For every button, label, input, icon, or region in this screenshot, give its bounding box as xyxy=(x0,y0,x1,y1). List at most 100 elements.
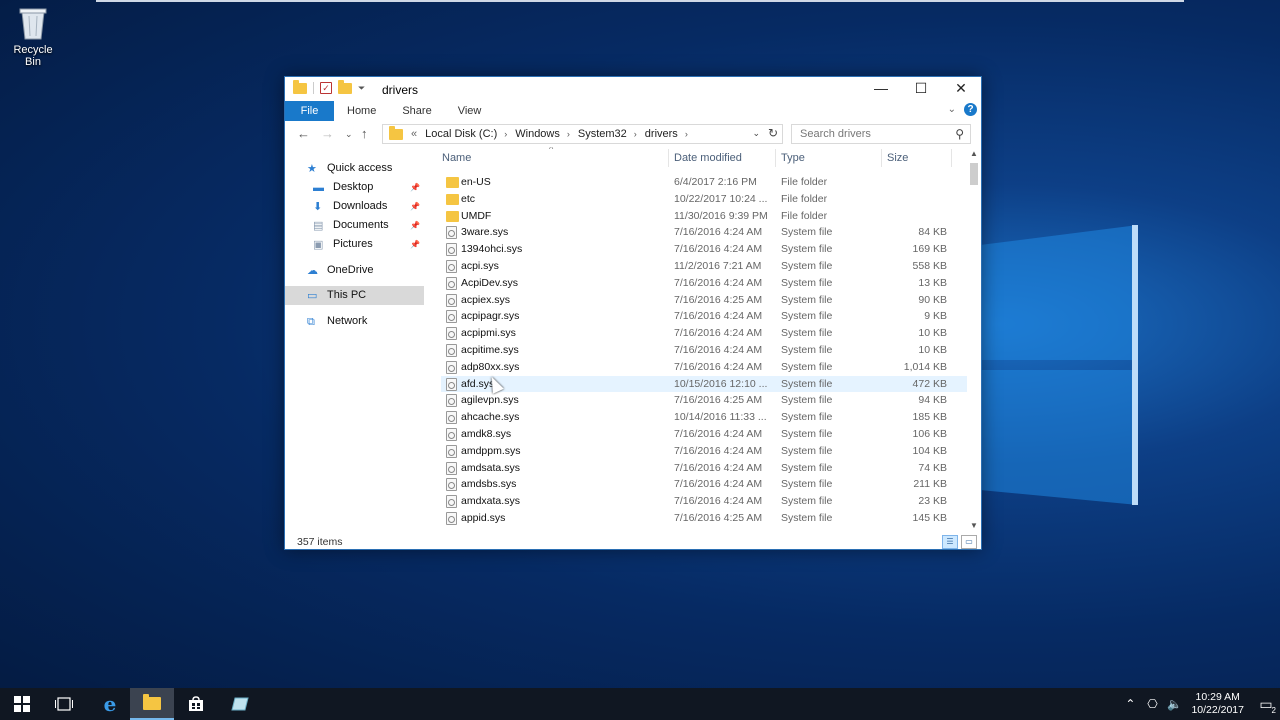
file-row[interactable]: amdppm.sys 7/16/2016 4:24 AM System file 10… xyxy=(441,443,967,460)
task-view-button[interactable] xyxy=(42,688,86,720)
expand-ribbon-icon[interactable]: ⌄ xyxy=(948,104,956,115)
file-row[interactable]: appid.sys 7/16/2016 4:25 AM System file 145… xyxy=(441,510,967,527)
column-header-size[interactable]: Size xyxy=(887,147,908,169)
file-row[interactable]: amdk8.sys 7/16/2016 4:24 AM System file 106… xyxy=(441,426,967,443)
file-row[interactable]: acpiex.sys 7/16/2016 4:25 AM System file 90… xyxy=(441,292,967,309)
file-row[interactable]: ahcache.sys 10/14/2016 11:33 ... System fi… xyxy=(441,409,967,426)
breadcrumb-separator-icon[interactable]: › xyxy=(685,129,688,139)
large-icons-view-icon[interactable]: ▭ xyxy=(961,535,977,549)
close-button[interactable]: ✕ xyxy=(941,77,981,101)
column-header-type[interactable]: Type xyxy=(781,147,805,169)
file-row[interactable]: en-US 6/4/2017 2:16 PM File folder xyxy=(441,174,967,191)
column-header-name[interactable]: Name xyxy=(442,147,471,169)
sidebar-item-desktop[interactable]: ▬ Desktop 📌 xyxy=(285,178,424,197)
recent-locations-icon[interactable]: ⌄ xyxy=(345,129,353,140)
file-row[interactable]: amdsata.sys 7/16/2016 4:24 AM System file 7… xyxy=(441,460,967,477)
file-type: System file xyxy=(781,444,833,457)
tab-view[interactable]: View xyxy=(445,101,495,121)
address-history-icon[interactable]: ⌄ xyxy=(752,128,760,139)
breadcrumb-separator-icon[interactable]: › xyxy=(504,129,507,139)
file-row[interactable]: UMDF 11/30/2016 9:39 PM File folder xyxy=(441,208,967,225)
tab-file[interactable]: File xyxy=(285,101,334,121)
scroll-thumb[interactable] xyxy=(970,163,978,185)
system-file-icon xyxy=(446,310,457,324)
recycle-bin[interactable]: Recycle Bin xyxy=(4,6,62,68)
breadcrumb-drivers[interactable]: drivers xyxy=(645,128,678,140)
maximize-button[interactable]: ☐ xyxy=(901,77,941,101)
edge-button[interactable]: e xyxy=(88,688,132,720)
file-row[interactable]: acpipagr.sys 7/16/2016 4:24 AM System file… xyxy=(441,308,967,325)
file-row[interactable]: 1394ohci.sys 7/16/2016 4:24 AM System file… xyxy=(441,241,967,258)
breadcrumb-separator-icon[interactable]: › xyxy=(634,129,637,139)
breadcrumb-overflow[interactable]: « xyxy=(411,128,417,140)
file-row[interactable]: acpitime.sys 7/16/2016 4:24 AM System file… xyxy=(441,342,967,359)
sidebar-item-documents[interactable]: ▤ Documents 📌 xyxy=(285,216,424,235)
breadcrumb-windows[interactable]: Windows xyxy=(515,128,560,140)
breadcrumb-system32[interactable]: System32 xyxy=(578,128,627,140)
show-hidden-icons-icon[interactable]: ⌃ xyxy=(1119,697,1141,711)
file-row[interactable]: AcpiDev.sys 7/16/2016 4:24 AM System file 1… xyxy=(441,275,967,292)
file-date: 7/16/2016 4:25 AM xyxy=(674,394,763,407)
file-row[interactable]: amdxata.sys 7/16/2016 4:24 AM System file 2… xyxy=(441,493,967,510)
store-button[interactable] xyxy=(174,688,218,720)
file-date: 10/15/2016 12:10 ... xyxy=(674,377,768,390)
start-button[interactable] xyxy=(0,688,44,720)
documents-icon: ▤ xyxy=(313,219,324,232)
recycle-bin-icon xyxy=(18,6,48,40)
help-icon[interactable]: ? xyxy=(964,103,977,116)
sidebar-item-pictures[interactable]: ▣ Pictures 📌 xyxy=(285,235,424,254)
system-file-icon xyxy=(446,511,457,525)
file-explorer-taskbar-button[interactable] xyxy=(130,688,174,720)
clock[interactable]: 10:29 AM 10/22/2017 xyxy=(1191,691,1244,717)
file-name: acpiex.sys xyxy=(461,293,511,306)
file-row[interactable]: agilevpn.sys 7/16/2016 4:25 AM System file… xyxy=(441,392,967,409)
file-row[interactable]: adp80xx.sys 7/16/2016 4:24 AM System file 1… xyxy=(441,359,967,376)
sidebar-item-label: Network xyxy=(327,315,368,327)
action-center-button[interactable]: ▭ 2 xyxy=(1252,688,1280,720)
star-icon: ★ xyxy=(307,162,317,175)
file-size: 9 KB xyxy=(924,310,947,323)
breadcrumb-separator-icon[interactable]: › xyxy=(567,129,570,139)
minimize-button[interactable]: — xyxy=(861,77,901,101)
pin-icon[interactable]: 📌 xyxy=(410,197,420,216)
file-row[interactable]: 3ware.sys 7/16/2016 4:24 AM System file 84 … xyxy=(441,224,967,241)
vertical-scrollbar[interactable]: ▲ ▼ xyxy=(967,147,981,533)
tab-home[interactable]: Home xyxy=(334,101,389,121)
file-row[interactable]: etc 10/22/2017 10:24 ... File folder xyxy=(441,191,967,208)
file-row[interactable]: amdsbs.sys 7/16/2016 4:24 AM System file 21… xyxy=(441,476,967,493)
scroll-up-icon[interactable]: ▲ xyxy=(967,147,981,161)
search-input[interactable]: Search drivers ⚲ xyxy=(791,124,971,144)
clock-date: 10/22/2017 xyxy=(1191,704,1244,716)
tab-share[interactable]: Share xyxy=(389,101,444,121)
address-bar[interactable]: « Local Disk (C:) › Windows › System32 ›… xyxy=(382,124,783,144)
column-header-date[interactable]: Date modified xyxy=(674,147,742,169)
refresh-icon[interactable]: ↻ xyxy=(768,126,778,140)
network-tray-icon[interactable]: ⎔ xyxy=(1141,697,1163,711)
up-arrow-icon[interactable]: ↑ xyxy=(361,126,368,141)
pin-icon[interactable]: 📌 xyxy=(410,235,420,254)
sidebar-item-downloads[interactable]: ⬇ Downloads 📌 xyxy=(285,197,424,216)
scroll-down-icon[interactable]: ▼ xyxy=(967,519,981,533)
back-arrow-icon[interactable]: ← xyxy=(297,126,310,141)
sidebar-item-onedrive[interactable]: ☁ OneDrive xyxy=(285,261,424,280)
file-row[interactable]: afd.sys 10/15/2016 12:10 ... System file 47… xyxy=(441,375,967,393)
system-file-icon xyxy=(446,360,457,374)
sidebar-item-network[interactable]: ⧉ Network xyxy=(285,312,424,331)
breadcrumb-local-disk[interactable]: Local Disk (C:) xyxy=(425,128,497,140)
file-size: 211 KB xyxy=(913,478,947,491)
sidebar-item-quick-access[interactable]: ★ Quick access xyxy=(285,159,424,178)
sidebar-item-this-pc[interactable]: ▭ This PC xyxy=(285,286,424,305)
details-view-icon[interactable]: ☰ xyxy=(942,535,958,549)
pin-icon[interactable]: 📌 xyxy=(410,178,420,197)
file-name: etc xyxy=(461,192,476,205)
volume-icon[interactable]: 🔈 xyxy=(1163,697,1185,711)
system-file-icon xyxy=(446,259,457,273)
app-taskbar-button[interactable] xyxy=(218,688,262,720)
forward-arrow-icon[interactable]: → xyxy=(321,126,334,141)
new-folder-icon[interactable] xyxy=(338,79,352,94)
file-row[interactable]: acpi.sys 11/2/2016 7:21 AM System file 558 … xyxy=(441,258,967,275)
pin-icon[interactable]: 📌 xyxy=(410,216,420,235)
properties-icon[interactable]: ✓ xyxy=(320,82,332,94)
customize-qat-icon[interactable]: ⏷ xyxy=(358,83,365,94)
file-row[interactable]: acpipmi.sys 7/16/2016 4:24 AM System file 1… xyxy=(441,325,967,342)
